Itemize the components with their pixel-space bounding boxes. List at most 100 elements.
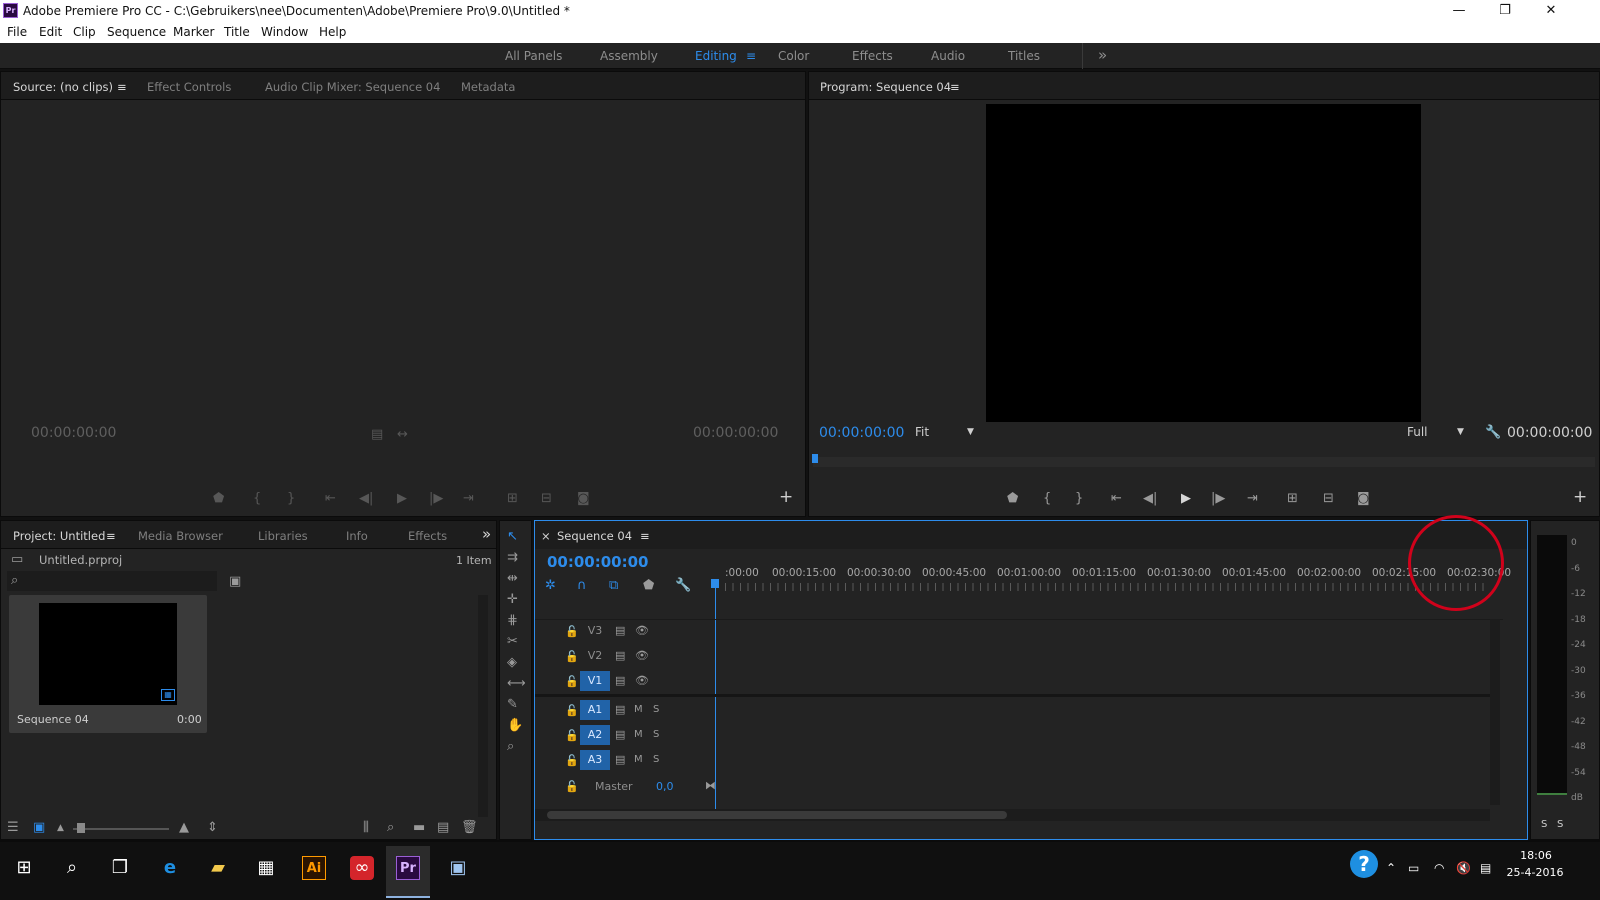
lock-icon[interactable]: 🔓 [565, 675, 579, 689]
solo-button[interactable]: S [653, 703, 659, 717]
tab-project[interactable]: Project: Untitled [13, 529, 105, 543]
add-marker-icon[interactable]: ⬟ [213, 492, 224, 506]
timeline-vertical-scrollbar[interactable] [1490, 619, 1500, 805]
play-icon[interactable]: ▶ [1181, 492, 1191, 506]
rolling-edit-tool-icon[interactable]: ✛ [507, 593, 518, 607]
lock-icon[interactable]: 🔓 [565, 650, 579, 664]
add-marker-icon[interactable]: ⬟ [643, 579, 654, 593]
tab-media-browser[interactable]: Media Browser [138, 529, 223, 543]
tab-source[interactable]: Source: (no clips) [13, 80, 113, 94]
program-video-display[interactable] [986, 104, 1421, 422]
tab-sequence[interactable]: Sequence 04 [557, 529, 632, 543]
eye-icon[interactable]: 👁 [635, 624, 649, 638]
tab-effect-controls[interactable]: Effect Controls [147, 80, 231, 94]
overwrite-icon[interactable]: ⊟ [541, 492, 552, 506]
close-button[interactable]: ✕ [1528, 0, 1574, 22]
lock-icon[interactable]: 🔓 [565, 780, 579, 794]
photos-app-icon[interactable]: ▣ [446, 856, 470, 880]
track-select-tool-icon[interactable]: ⇉ [507, 551, 518, 565]
edge-browser-icon[interactable]: e [158, 856, 182, 880]
zoom-tool-icon[interactable]: ⌕ [507, 740, 514, 754]
track-target-a1[interactable]: A1 [580, 700, 610, 720]
track-v3[interactable]: 🔓 V3 ▤ 👁 [535, 619, 1490, 643]
workspace-menu-icon[interactable]: ≡ [746, 49, 756, 63]
mark-in-icon[interactable]: { [253, 492, 261, 506]
track-a3[interactable]: 🔓 A3 ▤ M S [535, 748, 1490, 772]
timeline-horizontal-scrollbar[interactable] [535, 809, 1490, 821]
snap-icon[interactable]: ∩ [577, 579, 587, 593]
track-target-a3[interactable]: A3 [580, 750, 610, 770]
windows-start-icon[interactable]: ⊞ [12, 856, 36, 880]
illustrator-icon[interactable]: Ai [302, 856, 326, 880]
new-bin-icon[interactable]: ▬ [413, 821, 425, 835]
project-scrollbar[interactable] [478, 595, 488, 817]
tab-program[interactable]: Program: Sequence 04 [820, 80, 951, 94]
lift-icon[interactable]: ⊞ [1287, 492, 1298, 506]
menu-marker[interactable]: Marker [173, 25, 214, 39]
trash-icon[interactable]: 🗑 [461, 821, 478, 835]
volume-muted-icon[interactable]: 🔇 [1456, 861, 1471, 875]
go-to-in-icon[interactable]: ⇤ [1111, 492, 1122, 506]
eye-icon[interactable]: 👁 [635, 674, 649, 688]
slip-tool-icon[interactable]: ◈ [507, 656, 517, 670]
tab-effects[interactable]: Effects [408, 529, 447, 543]
source-timecode-current[interactable]: 00:00:00:00 [31, 425, 116, 441]
new-item-icon[interactable]: ▤ [437, 821, 449, 835]
settings-wrench-icon[interactable]: 🔧 [1485, 426, 1501, 440]
lock-icon[interactable]: 🔓 [565, 625, 579, 639]
rate-stretch-tool-icon[interactable]: ⋕ [507, 614, 518, 628]
track-master[interactable]: 🔓 Master 0,0 ⧓ [535, 773, 1490, 799]
menu-window[interactable]: Window [261, 25, 308, 39]
lock-icon[interactable]: 🔓 [565, 704, 579, 718]
sync-lock-icon[interactable]: ▤ [615, 753, 625, 767]
go-to-out-icon[interactable]: ⇥ [1247, 492, 1258, 506]
quality-dropdown[interactable]: Full ▼ [1407, 425, 1475, 443]
tab-info[interactable]: Info [346, 529, 368, 543]
solo-right-button[interactable]: S [1557, 819, 1563, 830]
pen-tool-icon[interactable]: ✎ [507, 698, 518, 712]
battery-icon[interactable]: ▭ [1408, 861, 1419, 875]
master-volume-value[interactable]: 0,0 [656, 780, 674, 793]
minimize-button[interactable]: — [1436, 0, 1482, 22]
zoom-fit-dropdown[interactable]: Fit ▼ [915, 425, 983, 443]
tab-libraries[interactable]: Libraries [258, 529, 308, 543]
find-icon[interactable]: ⌕ [387, 821, 394, 835]
zoom-out-icon[interactable]: ▲ [57, 821, 64, 835]
menu-file[interactable]: File [7, 25, 27, 39]
file-explorer-icon[interactable]: ▰ [206, 856, 230, 880]
export-frame-icon[interactable]: ◙ [1357, 492, 1370, 506]
project-search-input[interactable]: ⌕ [7, 571, 217, 591]
sync-lock-icon[interactable]: ▤ [615, 649, 625, 663]
task-view-icon[interactable]: ❐ [108, 856, 132, 880]
workspace-effects[interactable]: Effects [852, 49, 893, 63]
export-frame-icon[interactable]: ◙ [577, 492, 590, 506]
mark-out-icon[interactable]: } [287, 492, 295, 506]
ripple-edit-tool-icon[interactable]: ⇹ [507, 572, 518, 586]
program-add-button[interactable]: + [1573, 489, 1587, 506]
project-overflow-icon[interactable]: » [482, 525, 491, 543]
sequence-thumbnail-card[interactable]: ▦ Sequence 04 0:00 [9, 595, 207, 733]
insert-icon[interactable]: ⊞ [507, 492, 518, 506]
workspace-overflow-icon[interactable]: » [1098, 46, 1107, 64]
razor-tool-icon[interactable]: ✂ [507, 635, 518, 649]
track-target-v2[interactable]: V2 [580, 646, 610, 666]
menu-title[interactable]: Title [224, 25, 250, 39]
maximize-button[interactable]: ❐ [1482, 0, 1528, 22]
tab-metadata[interactable]: Metadata [461, 80, 515, 94]
go-to-next-keyframe-icon[interactable]: ⧓ [705, 779, 716, 793]
lock-icon[interactable]: 🔓 [565, 754, 579, 768]
extract-icon[interactable]: ⊟ [1323, 492, 1334, 506]
step-back-icon[interactable]: ◀| [1143, 492, 1157, 506]
go-to-in-icon[interactable]: ⇤ [325, 492, 336, 506]
lock-icon[interactable]: 🔓 [565, 729, 579, 743]
sync-lock-icon[interactable]: ▤ [615, 728, 625, 742]
track-a2[interactable]: 🔓 A2 ▤ M S [535, 723, 1490, 747]
program-scrub-bar[interactable] [813, 457, 1595, 467]
wifi-icon[interactable]: ◠ [1434, 861, 1444, 875]
slide-tool-icon[interactable]: ⟷ [507, 677, 526, 691]
step-back-icon[interactable]: ◀| [359, 492, 373, 506]
workspace-titles[interactable]: Titles [1008, 49, 1040, 63]
add-marker-icon[interactable]: ⬟ [1007, 492, 1018, 506]
hand-tool-icon[interactable]: ✋ [507, 719, 523, 733]
clock-date[interactable]: 25-4-2016 [1504, 866, 1566, 879]
